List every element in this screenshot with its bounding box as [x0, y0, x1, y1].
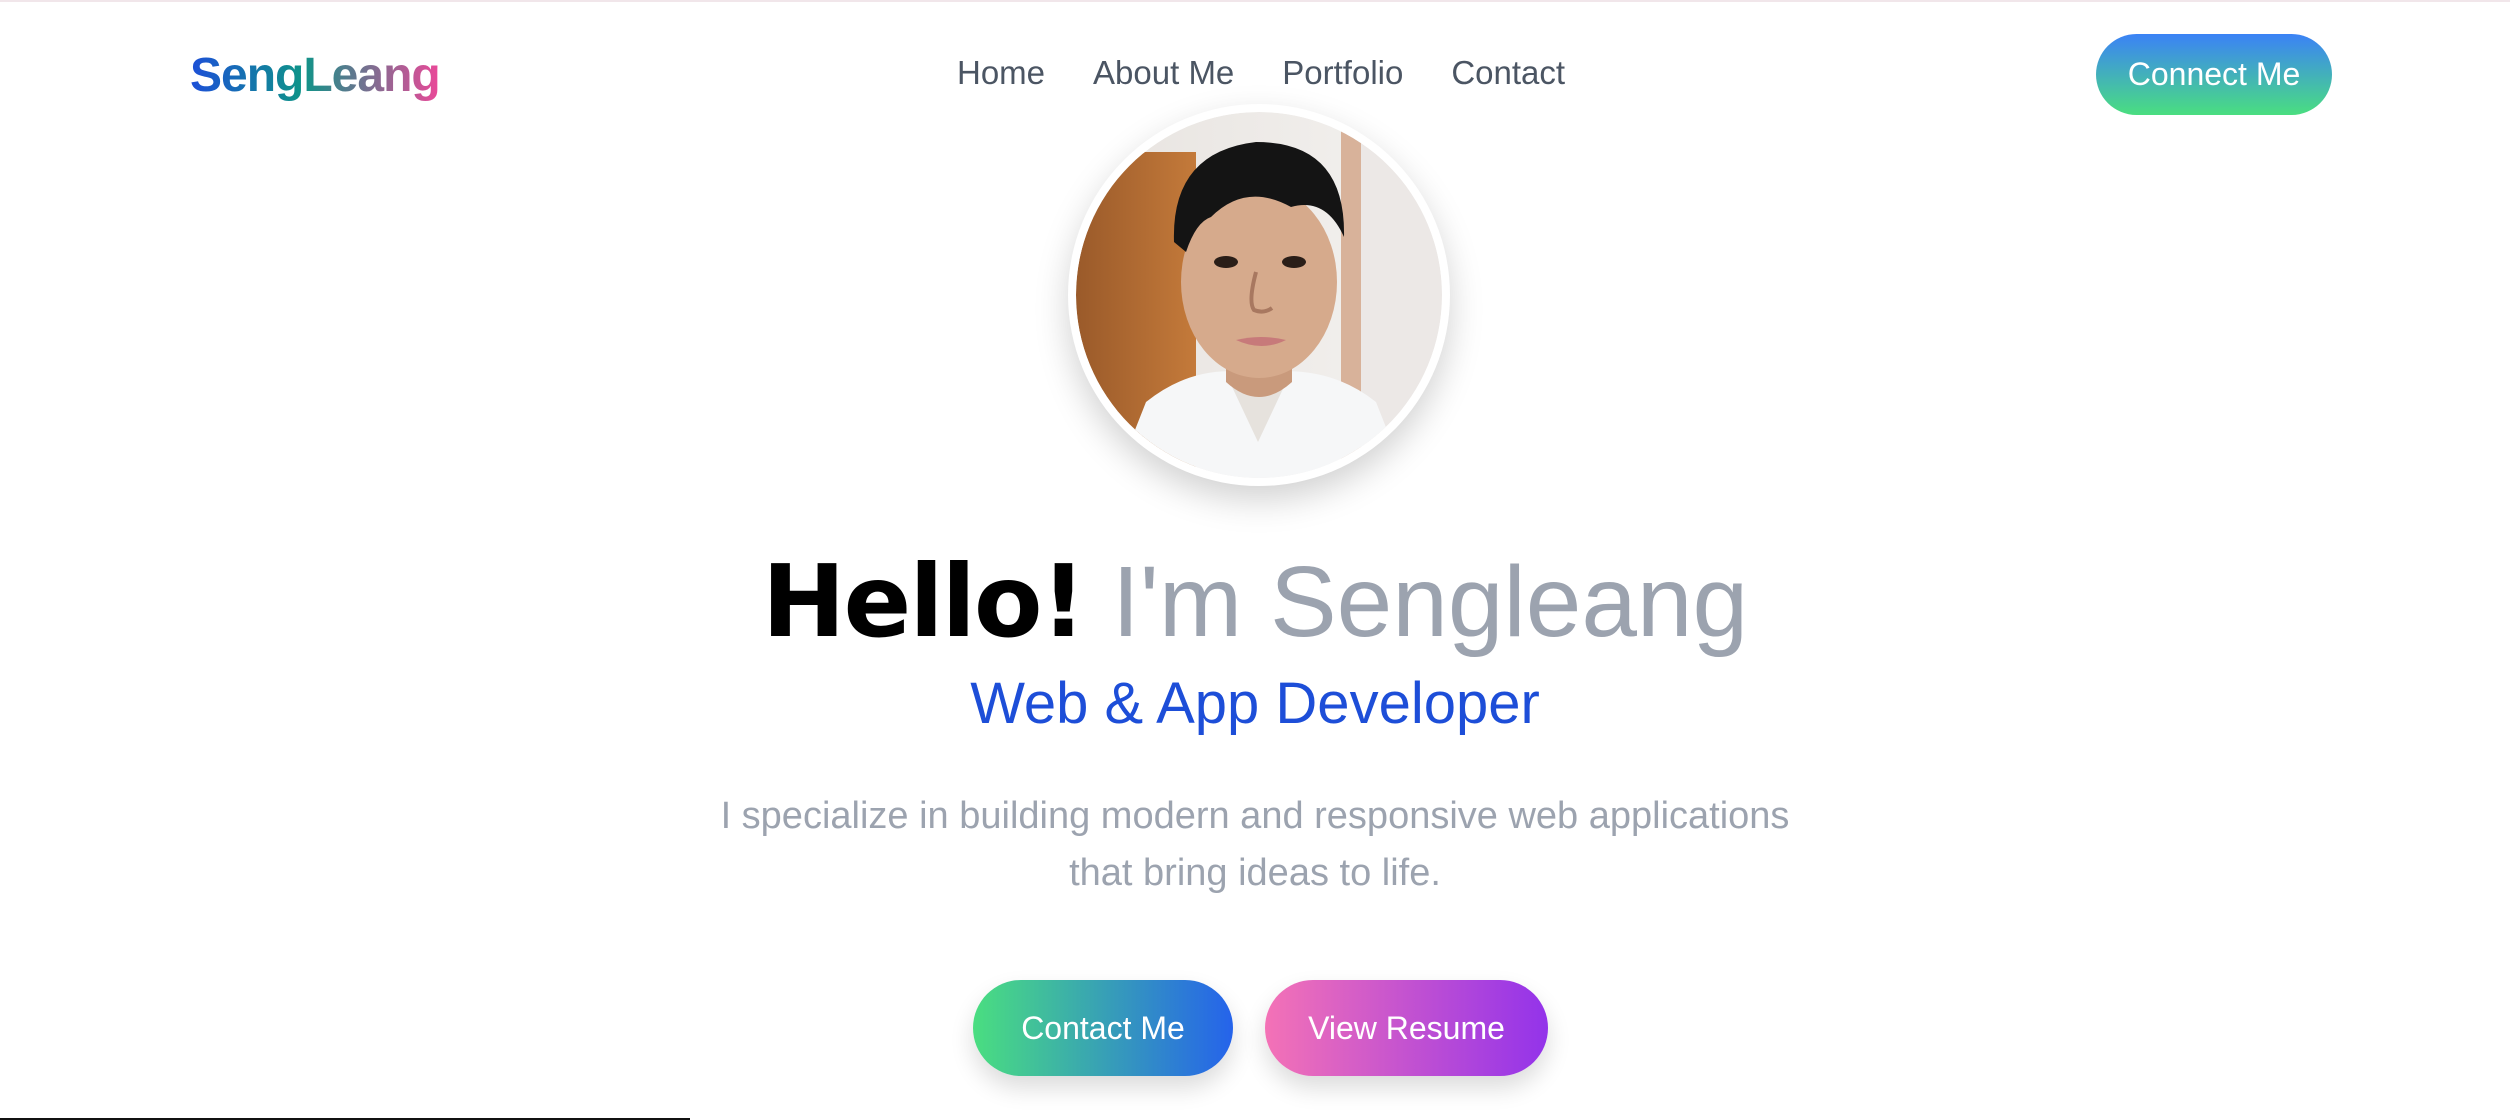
nav-portfolio-link[interactable]: Portfolio — [1282, 54, 1403, 92]
page: SengLeang Home About Me Portfolio Contac… — [0, 0, 2510, 1120]
site-logo[interactable]: SengLeang — [190, 48, 441, 103]
main-nav: Home About Me Portfolio Contact — [957, 54, 1565, 92]
profile-photo-icon — [1076, 112, 1442, 478]
connect-me-button[interactable]: Connect Me — [2096, 34, 2332, 115]
role-subtitle: Web & App Developer — [970, 671, 1540, 736]
avatar — [1068, 104, 1450, 486]
greeting-text: Hello! — [761, 543, 1086, 660]
nav-about-link[interactable]: About Me — [1093, 54, 1234, 92]
view-resume-button[interactable]: View Resume — [1265, 980, 1548, 1076]
nav-home-link[interactable]: Home — [957, 54, 1045, 92]
intro-text: I'm Sengleang — [1111, 546, 1749, 658]
nav-contact-link[interactable]: Contact — [1451, 54, 1565, 92]
hero-heading: Hello! I'm Sengleang — [0, 542, 2510, 662]
hero-description: I specialize in building modern and resp… — [720, 795, 1790, 894]
contact-me-button[interactable]: Contact Me — [973, 980, 1233, 1076]
